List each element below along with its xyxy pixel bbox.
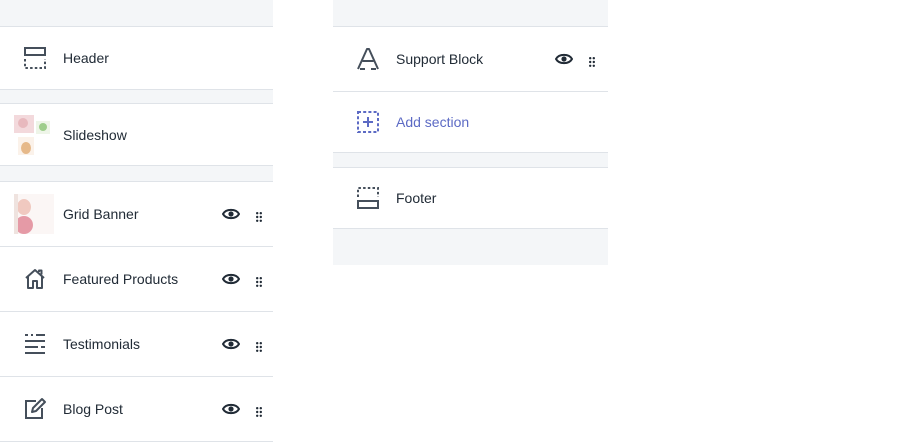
eye-icon[interactable] — [221, 337, 241, 351]
section-row-footer[interactable]: Footer — [333, 168, 608, 229]
eye-icon[interactable] — [221, 272, 241, 286]
typography-icon — [355, 46, 381, 72]
bottom-spacer — [333, 229, 608, 265]
section-row-featured-products[interactable]: Featured Products — [0, 247, 273, 312]
drag-handle-icon[interactable] — [589, 54, 595, 67]
section-label: Support Block — [396, 51, 484, 67]
drag-handle-icon[interactable] — [256, 404, 262, 417]
sections-list-left: Header Slideshow Grid Banner Featured Pr… — [0, 0, 273, 442]
section-label: Blog Post — [63, 401, 123, 417]
add-section-label: Add section — [396, 114, 470, 130]
section-row-testimonials[interactable]: Testimonials — [0, 312, 273, 377]
edit-icon — [22, 396, 48, 422]
section-label: Grid Banner — [63, 206, 139, 222]
section-label: Testimonials — [63, 336, 141, 352]
section-row-support-block[interactable]: Support Block — [333, 27, 608, 92]
eye-icon[interactable] — [554, 52, 574, 66]
section-label: Slideshow — [63, 126, 127, 143]
testimonials-icon — [22, 331, 48, 357]
group-separator — [333, 153, 608, 168]
top-spacer — [333, 0, 608, 27]
slideshow-thumbnail — [14, 114, 52, 155]
sections-list-right: Support Block Add section Footer — [333, 0, 608, 265]
add-section-button[interactable]: Add section — [333, 92, 608, 153]
grid-banner-thumbnail — [14, 194, 54, 234]
eye-icon[interactable] — [221, 402, 241, 416]
section-row-grid-banner[interactable]: Grid Banner — [0, 182, 273, 247]
section-row-header[interactable]: Header — [0, 27, 273, 90]
section-label: Featured Products — [63, 271, 179, 287]
drag-handle-icon[interactable] — [256, 274, 262, 287]
section-label: Header — [63, 50, 109, 66]
drag-handle-icon[interactable] — [256, 209, 262, 222]
section-row-blog-post[interactable]: Blog Post — [0, 377, 273, 442]
header-icon — [22, 45, 48, 71]
section-label: Footer — [396, 190, 437, 206]
add-section-icon — [355, 109, 381, 135]
eye-icon[interactable] — [221, 207, 241, 221]
footer-icon — [355, 185, 381, 211]
house-icon — [22, 266, 48, 292]
top-spacer — [0, 0, 273, 27]
group-separator — [0, 90, 273, 104]
section-row-slideshow[interactable]: Slideshow — [0, 104, 273, 166]
group-separator — [0, 166, 273, 182]
drag-handle-icon[interactable] — [256, 339, 262, 352]
